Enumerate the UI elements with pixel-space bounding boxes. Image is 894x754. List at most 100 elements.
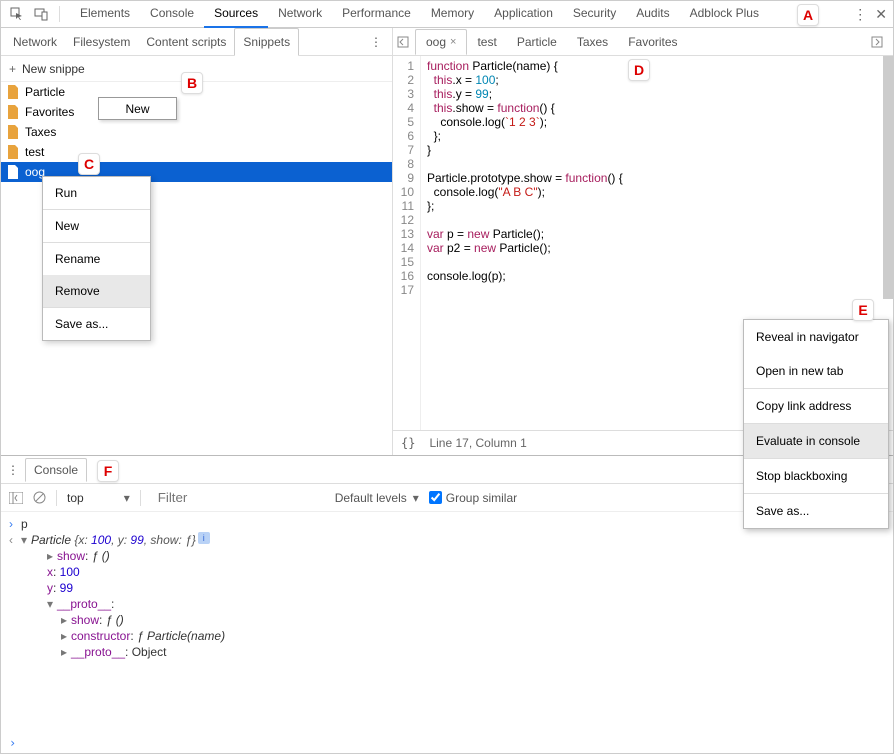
- tooltip-new: New: [98, 97, 177, 120]
- menu-evaluate-console[interactable]: Evaluate in console: [744, 424, 888, 458]
- tab-audits[interactable]: Audits: [626, 0, 679, 28]
- menu-save-as[interactable]: Save as...: [43, 308, 150, 340]
- cursor-position: Line 17, Column 1: [429, 436, 526, 450]
- object-prop[interactable]: ▸show: ƒ (): [9, 548, 885, 564]
- editor-tab-particle[interactable]: Particle: [507, 30, 567, 54]
- snippet-name: Favorites: [25, 105, 74, 119]
- tab-adblock-plus[interactable]: Adblock Plus: [680, 0, 769, 28]
- output-caret-icon: ‹: [9, 532, 21, 548]
- console-sidebar-toggle-icon[interactable]: [9, 492, 23, 504]
- editor-tab-taxes[interactable]: Taxes: [567, 30, 618, 54]
- file-icon: [7, 165, 19, 179]
- marker-b: B: [181, 72, 203, 94]
- more-icon[interactable]: ⋮: [853, 6, 867, 23]
- tab-security[interactable]: Security: [563, 0, 626, 28]
- editor-tab-test[interactable]: test: [467, 30, 506, 54]
- navigator-tabs: Network Filesystem Content scripts Snipp…: [1, 28, 392, 56]
- file-icon: [7, 85, 19, 99]
- expand-icon[interactable]: ▸: [47, 548, 57, 564]
- editor-tabs: oog × test Particle Taxes Favorites: [393, 28, 893, 56]
- file-icon: [7, 105, 19, 119]
- snippet-name: Taxes: [25, 125, 56, 139]
- tab-elements[interactable]: Elements: [70, 0, 140, 28]
- marker-e: E: [852, 299, 874, 321]
- clear-console-icon[interactable]: [33, 491, 46, 504]
- object-prop[interactable]: ▸show: ƒ (): [9, 612, 885, 628]
- menu-rename[interactable]: Rename: [43, 243, 150, 275]
- expand-icon[interactable]: ▾: [21, 532, 31, 548]
- drawer-tab-console[interactable]: Console: [25, 458, 87, 482]
- group-similar-checkbox[interactable]: Group similar: [429, 491, 517, 505]
- console-input-echo: p: [21, 516, 28, 532]
- menu-run[interactable]: Run: [43, 177, 150, 209]
- console-output[interactable]: ›p ‹▾Particle {x: 100, y: 99, show: ƒ} i…: [1, 512, 893, 734]
- marker-c: C: [78, 153, 100, 175]
- inspect-icon[interactable]: [7, 4, 27, 24]
- editor-context-menu: Reveal in navigator Open in new tab Copy…: [743, 319, 889, 529]
- navtab-network[interactable]: Network: [5, 29, 65, 55]
- tab-performance[interactable]: Performance: [332, 0, 421, 28]
- object-prop: x: 100: [9, 564, 885, 580]
- object-prop[interactable]: ▾__proto__:: [9, 596, 885, 612]
- object-prop[interactable]: ▸__proto__: Object: [9, 644, 885, 660]
- snippet-context-menu: Run New Rename Remove Save as...: [42, 176, 151, 341]
- marker-f: F: [97, 460, 119, 482]
- input-caret-icon: ›: [9, 516, 21, 532]
- tab-network[interactable]: Network: [268, 0, 332, 28]
- plus-icon: +: [9, 62, 16, 76]
- levels-label: Default levels: [335, 491, 407, 505]
- menu-save-as[interactable]: Save as...: [744, 494, 888, 528]
- editor-tab-oog[interactable]: oog ×: [415, 29, 467, 55]
- tab-memory[interactable]: Memory: [421, 0, 484, 28]
- navtab-filesystem[interactable]: Filesystem: [65, 29, 138, 55]
- separator: [59, 6, 60, 22]
- separator: [140, 490, 141, 506]
- marker-a: A: [797, 4, 819, 26]
- snippet-name: Particle: [25, 85, 65, 99]
- snippet-item[interactable]: Taxes: [1, 122, 392, 142]
- tab-sources[interactable]: Sources: [204, 0, 268, 28]
- chevron-down-icon: ▾: [124, 491, 130, 505]
- editor-nav-left-icon[interactable]: [397, 36, 415, 48]
- console-filter-input[interactable]: [151, 486, 321, 509]
- snippet-item[interactable]: test: [1, 142, 392, 162]
- menu-remove[interactable]: Remove: [43, 275, 150, 307]
- info-badge-icon[interactable]: i: [198, 532, 210, 544]
- editor-tab-favorites[interactable]: Favorites: [618, 30, 687, 54]
- editor-nav-right-icon[interactable]: [871, 36, 889, 48]
- log-levels-selector[interactable]: Default levels ▾: [335, 491, 419, 505]
- new-snippet-label: New snippe: [22, 62, 85, 76]
- menu-new[interactable]: New: [43, 210, 150, 242]
- chevron-down-icon: ▾: [413, 491, 419, 505]
- expand-icon[interactable]: ▸: [61, 612, 71, 628]
- close-icon[interactable]: ×: [450, 36, 456, 48]
- menu-open-new-tab[interactable]: Open in new tab: [744, 354, 888, 388]
- menu-stop-blackboxing[interactable]: Stop blackboxing: [744, 459, 888, 493]
- close-icon[interactable]: ✕: [875, 6, 887, 23]
- expand-icon[interactable]: ▸: [61, 644, 71, 660]
- pretty-print-icon[interactable]: {}: [401, 436, 415, 450]
- devtools-top-bar: Elements Console Sources Network Perform…: [1, 1, 893, 28]
- tab-application[interactable]: Application: [484, 0, 563, 28]
- snippet-item[interactable]: Favorites: [1, 102, 392, 122]
- navtab-snippets[interactable]: Snippets: [234, 28, 299, 56]
- drawer-more-icon[interactable]: ⋮: [7, 463, 19, 477]
- context-selector[interactable]: top ▾: [67, 491, 130, 505]
- navtab-content-scripts[interactable]: Content scripts: [138, 29, 234, 55]
- object-header[interactable]: Particle {x: 100, y: 99, show: ƒ}: [31, 532, 196, 548]
- expand-icon[interactable]: ▸: [61, 628, 71, 644]
- menu-copy-link[interactable]: Copy link address: [744, 389, 888, 423]
- scrollbar[interactable]: [883, 56, 893, 299]
- menu-reveal-navigator[interactable]: Reveal in navigator: [744, 320, 888, 354]
- snippet-name: test: [25, 145, 44, 159]
- console-prompt[interactable]: ›: [1, 734, 893, 752]
- expand-icon[interactable]: ▾: [47, 596, 57, 612]
- tab-console[interactable]: Console: [140, 0, 204, 28]
- marker-d: D: [628, 59, 650, 81]
- line-gutter: 1234567891011121314151617: [393, 56, 421, 430]
- device-toggle-icon[interactable]: [31, 4, 51, 24]
- group-similar-label: Group similar: [446, 491, 517, 505]
- navtab-more-icon[interactable]: ⋮: [364, 35, 388, 49]
- object-prop[interactable]: ▸constructor: ƒ Particle(name): [9, 628, 885, 644]
- checkbox[interactable]: [429, 491, 442, 504]
